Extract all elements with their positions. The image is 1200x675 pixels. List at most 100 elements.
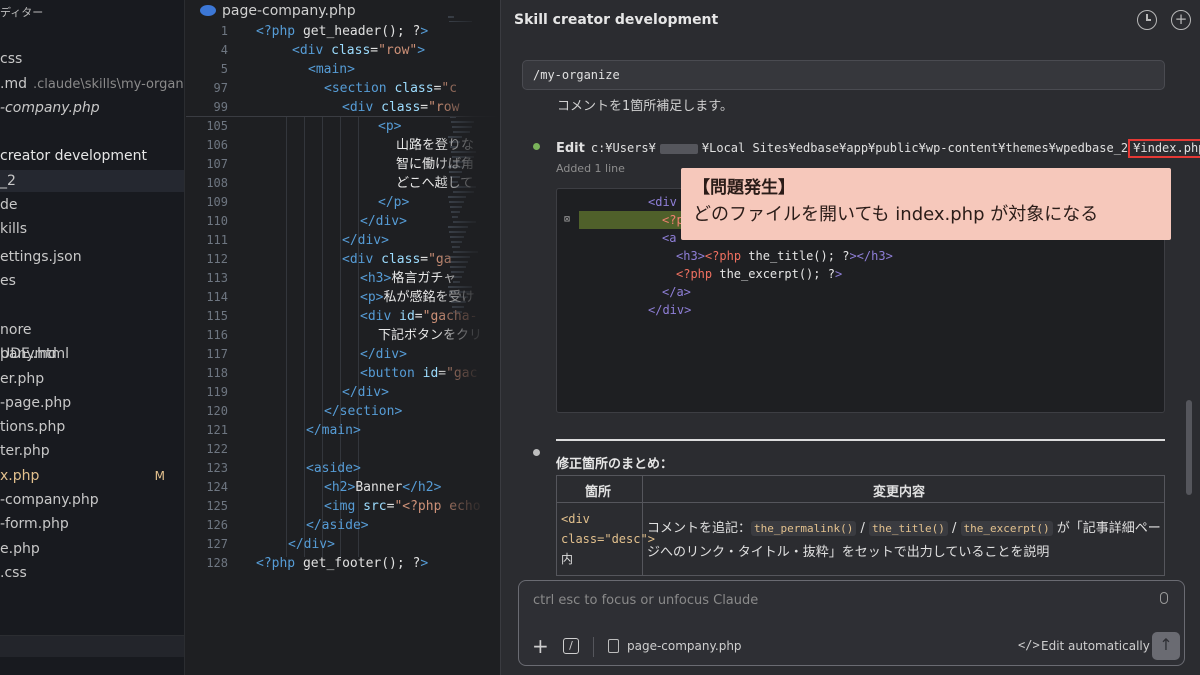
explorer-item[interactable]: -form.php: [0, 513, 184, 535]
explorer-title: ディター: [0, 6, 44, 19]
diff-code: <a: [662, 231, 677, 245]
explorer-item[interactable]: e.php: [0, 538, 184, 560]
line-number: 116: [206, 328, 228, 342]
explorer-bottom-bar: [0, 635, 184, 657]
edit-tool-line[interactable]: Edit c:¥Users¥ ¥Local Sites¥edbase¥app¥pub…: [556, 139, 1200, 158]
code-text: </aside>: [306, 518, 369, 533]
code-editor[interactable]: page-company.php 1 <?php get_header(); ?>…: [186, 0, 499, 675]
redacted-username: [659, 143, 698, 154]
edit-mode-toggle[interactable]: Edit automatically: [1041, 639, 1150, 653]
assistant-note: コメントを1箇所補足します。: [557, 99, 733, 114]
explorer-item[interactable]: -company.php: [0, 97, 184, 119]
explorer-item-label: ter.php: [0, 443, 50, 459]
line-number: 110: [206, 214, 228, 228]
code-text: <?php get_footer(); ?>: [256, 556, 429, 571]
explorer-item-label: _2: [0, 173, 16, 189]
explorer-item[interactable]: creator development: [0, 145, 184, 167]
code-text: <main>: [308, 62, 355, 77]
diff-code: <h3><?php the_title(); ?></h3>: [676, 249, 893, 263]
problem-callout: 【問題発生】 どのファイルを開いても index.php が対象になる: [681, 168, 1171, 240]
line-number: 122: [206, 442, 228, 456]
session-title: Skill creator development: [514, 12, 719, 28]
line-number: 111: [206, 233, 228, 247]
line-number: 105: [206, 119, 228, 133]
code-text: </p>: [378, 195, 410, 210]
new-session-icon[interactable]: +: [1171, 10, 1191, 30]
line-number: 127: [206, 537, 228, 551]
explorer-item[interactable]: tions.php: [0, 416, 184, 438]
claude-header: Skill creator development +: [501, 0, 1200, 42]
edit-path-b: ¥Local Sites¥edbase¥app¥public¥wp-conten…: [701, 141, 1129, 155]
slash-command-icon[interactable]: /: [563, 638, 579, 654]
diff-code: </a>: [662, 285, 691, 299]
explorer-item[interactable]: ter.php: [0, 440, 184, 462]
code-text: </div>: [360, 214, 407, 229]
code-text: </div>: [288, 537, 335, 552]
line-number: 107: [206, 157, 228, 171]
change-text-pre: コメントを追記：: [647, 521, 752, 536]
line-number: 124: [206, 480, 228, 494]
microphone-icon[interactable]: [1160, 592, 1168, 604]
code-text: <?php get_header(); ?>: [256, 24, 429, 39]
explorer-item-label: e.php: [0, 541, 40, 557]
status-dot: [533, 449, 540, 456]
explorer-item-label: .md: [0, 76, 27, 92]
explorer-item[interactable]: -page.php: [0, 392, 184, 414]
explorer-item[interactable]: de: [0, 194, 184, 216]
explorer-item[interactable]: es: [0, 270, 184, 292]
editor-tab-label: page-company.php: [222, 3, 356, 19]
diff-line: </a>: [557, 283, 1164, 301]
table-row: <div class="desc"> 内 コメントを追記： the_permali…: [557, 503, 1164, 575]
explorer-item[interactable]: css: [0, 48, 184, 70]
explorer-item[interactable]: pany.html: [0, 343, 184, 365]
explorer-item-label: pany.html: [0, 346, 69, 362]
explorer-item-label: er.php: [0, 371, 45, 387]
explorer-item[interactable]: .md .claude\skills\my-organize: [0, 73, 184, 95]
code-text: <p>: [378, 119, 402, 134]
line-number: 115: [206, 309, 228, 323]
prompt-input[interactable]: ctrl esc to focus or unfocus Claude + / …: [518, 580, 1185, 666]
line-number: 4: [220, 43, 228, 57]
add-attachment-icon[interactable]: +: [532, 634, 549, 658]
explorer-item-label: nore: [0, 322, 32, 338]
diff-code: <?php the_excerpt(); ?>: [676, 267, 843, 281]
explorer-item[interactable]: kills: [0, 218, 184, 240]
code-text: </section>: [324, 404, 403, 419]
explorer-item[interactable]: ettings.json: [0, 246, 184, 268]
line-number: 97: [213, 81, 228, 95]
explorer-item[interactable]: x.php M: [0, 465, 184, 487]
line-number: 114: [206, 290, 228, 304]
change-cell: コメントを追記： the_permalink() / the_title() / …: [647, 517, 1162, 565]
explorer-item[interactable]: _2: [0, 170, 184, 192]
panel-scrollbar[interactable]: [1186, 400, 1192, 495]
code-text: <div class="row">: [292, 43, 426, 58]
explorer-item-label: es: [0, 273, 16, 289]
explorer-item[interactable]: .css: [0, 562, 184, 584]
table-header-change: 変更内容: [873, 485, 926, 500]
diff-line: <?php the_excerpt(); ?>: [557, 265, 1164, 283]
explorer-item-label: -form.php: [0, 516, 69, 532]
file-explorer: ディター css .md .claude\skills\my-organize -co…: [0, 0, 185, 675]
explorer-item[interactable]: nore: [0, 319, 184, 341]
line-number: 120: [206, 404, 228, 418]
context-file-chip[interactable]: page-company.php: [627, 639, 742, 653]
line-number: 109: [206, 195, 228, 209]
diff-line: <h3><?php the_title(); ?></h3>: [557, 247, 1164, 265]
input-toolbar: + / page-company.php </> Edit automatica…: [519, 631, 1184, 665]
line-number: 117: [206, 347, 228, 361]
explorer-item[interactable]: -company.php: [0, 489, 184, 511]
change-separator-2: /: [947, 521, 961, 536]
line-number: 106: [206, 138, 228, 152]
explorer-item-label: de: [0, 197, 18, 213]
command-message: /my-organize: [522, 60, 1165, 90]
line-number: 112: [206, 252, 228, 266]
explorer-item[interactable]: er.php: [0, 368, 184, 390]
summary-table: 箇所 変更内容 <div class="desc"> 内 コメントを追記： the…: [556, 475, 1165, 576]
location-code: <div class="desc">: [561, 512, 655, 546]
added-lines-count: Added 1 line: [556, 162, 625, 175]
line-number: 1: [220, 24, 228, 38]
location-cell: <div class="desc"> 内: [561, 509, 655, 569]
send-button[interactable]: ↑: [1152, 632, 1180, 660]
table-header-location: 箇所: [585, 485, 612, 500]
history-icon[interactable]: [1137, 10, 1157, 30]
